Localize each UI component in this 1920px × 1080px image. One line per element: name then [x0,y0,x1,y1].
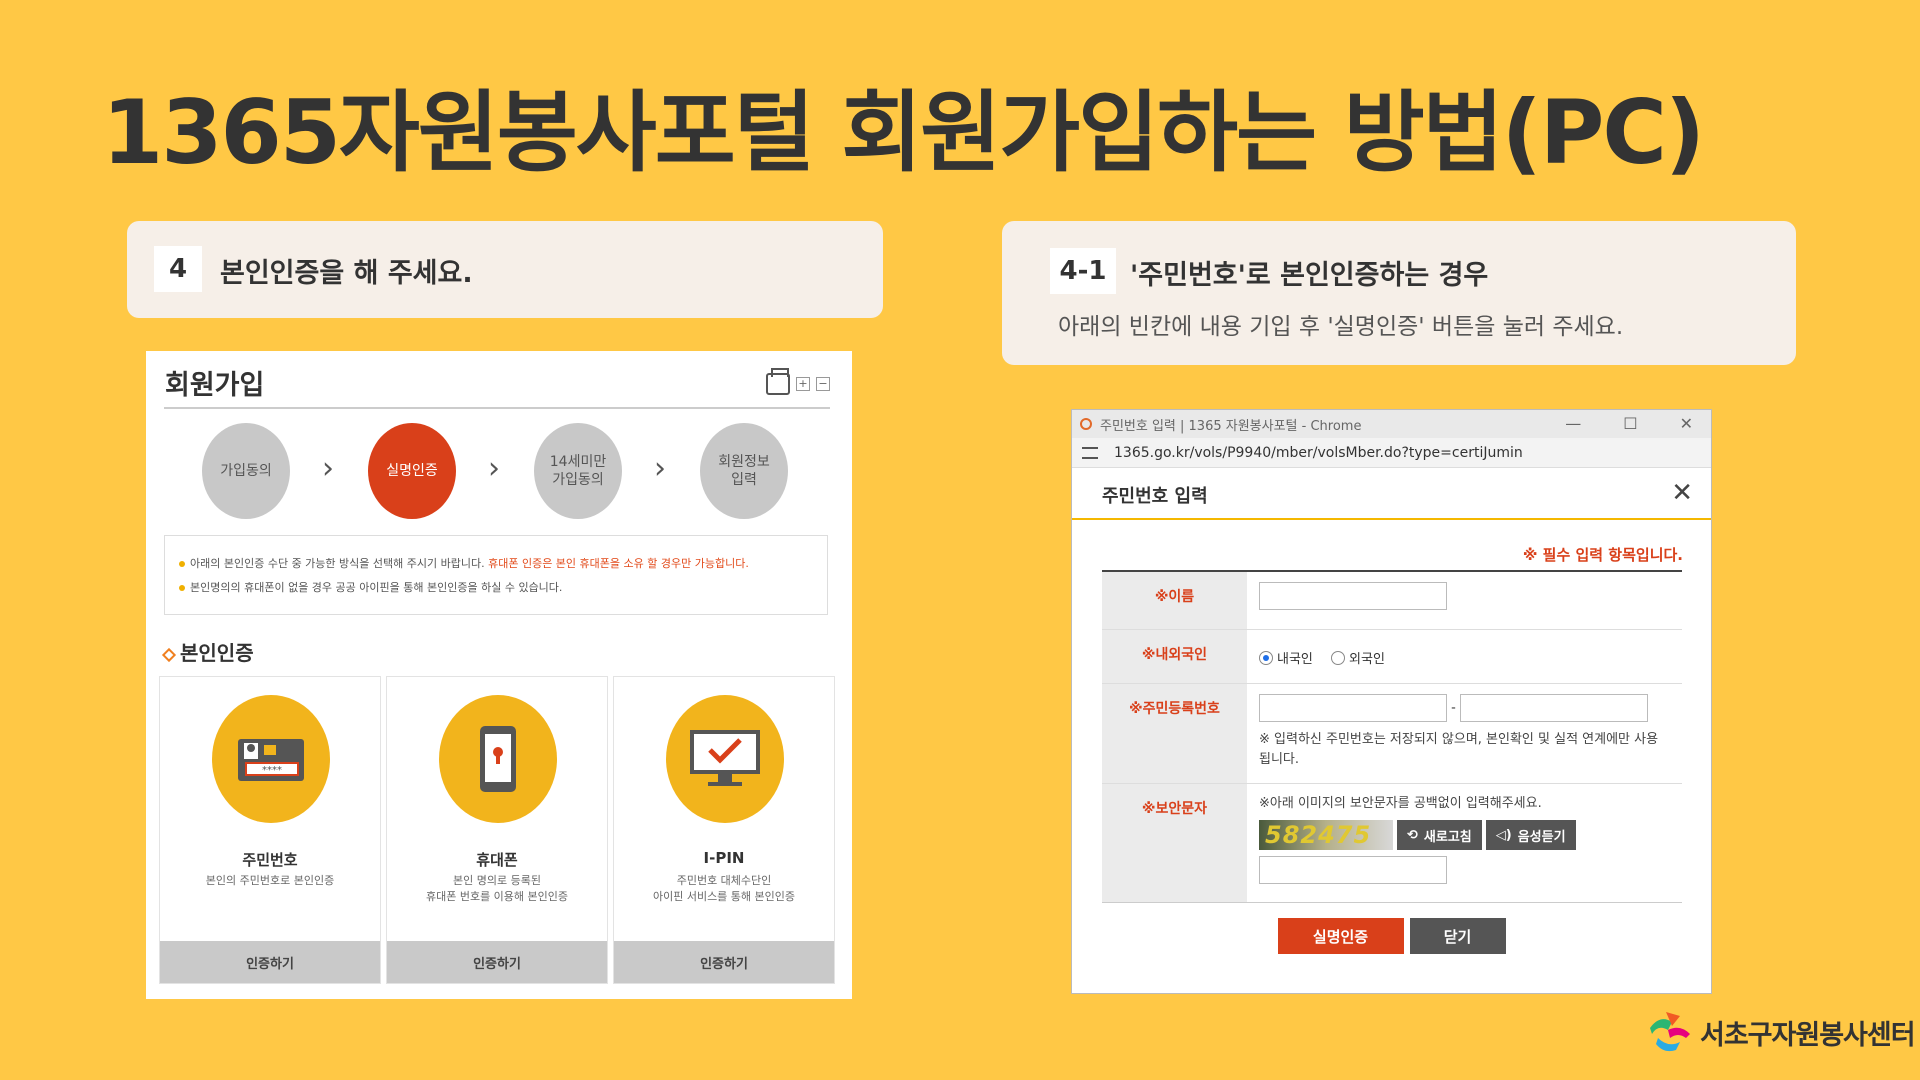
print-icon[interactable] [766,368,790,395]
svg-text:****: **** [262,765,282,776]
verify-ipin-button[interactable]: 인증하기 [614,941,834,983]
zoom-in-icon[interactable]: + [796,377,810,391]
refresh-captcha-button[interactable]: ⟲ 새로고침 [1397,820,1482,850]
step-agreement: 가입동의 [202,423,290,519]
section-heading: 본인인증 [161,637,254,666]
auth-method-ipin: I-PIN 주민번호 대체수단인 아이핀 서비스를 통해 본인인증 인증하기 [613,676,835,984]
site-settings-icon[interactable] [1082,446,1098,459]
speaker-icon: ◁) [1495,827,1512,843]
address-bar[interactable]: 1365.go.kr/vols/P9940/mber/volsMber.do?t… [1072,438,1711,468]
method-name: 휴대폰 [476,851,518,869]
step-subtitle: 아래의 빈칸에 내용 기입 후 '실명인증' 버튼을 눌러 주세요. [1058,314,1624,340]
signup-progress: 가입동의 › 실명인증 › 14세미만 가입동의 › 회원정보 입력 [202,423,802,519]
auth-methods: **** 주민번호 본인의 주민번호로 본인인증 인증하기 휴대폰 본인 명의로… [159,676,835,984]
close-icon[interactable]: ✕ [1671,478,1693,508]
notice-text: 아래의 본인인증 수단 중 가능한 방식을 선택해 주시기 바랍니다. [190,557,489,570]
verify-phone-button[interactable]: 인증하기 [387,941,607,983]
maximize-icon[interactable]: ☐ [1623,414,1637,433]
close-button[interactable]: 닫기 [1409,918,1506,954]
rrn-input-window: 주민번호 입력 | 1365 자원봉사포털 - Chrome — ☐ ✕ 136… [1071,409,1712,994]
app-icon [1080,418,1092,430]
refresh-icon: ⟲ [1407,827,1418,843]
rrn-label: ※주민등록번호 [1102,684,1247,783]
step-title: 본인인증을 해 주세요. [220,258,473,289]
required-note: ※ 필수 입력 항목입니다. [1522,546,1683,564]
chevron-right-icon: › [654,451,666,486]
signup-auth-screenshot: 회원가입 + − 가입동의 › 실명인증 › 14세미만 가입동의 › 회원정보… [146,351,852,999]
auth-notice: 아래의 본인인증 수단 중 가능한 방식을 선택해 주시기 바랍니다. 휴대폰 … [164,535,828,615]
popup-actions: 실명인증 닫기 [1072,918,1711,954]
form-row-name: ※이름 [1102,572,1682,630]
captcha-note: ※아래 이미지의 보안문자를 공백없이 입력해주세요. [1259,796,1542,811]
rrn-separator: - [1451,700,1456,716]
method-desc: 본인의 주민번호로 본인인증 [205,874,335,887]
notice-highlight: 휴대폰 인증은 본인 휴대폰을 소유 할 경우만 가능합니다. [488,557,749,570]
nationality-label: ※내외국인 [1102,630,1247,683]
step-under-14-agreement: 14세미만 가입동의 [534,423,622,519]
step-number: 4 [154,246,202,292]
step-real-name-auth: 실명인증 [368,423,456,519]
rrn-back-input[interactable] [1459,694,1648,722]
close-window-icon[interactable]: ✕ [1680,414,1693,433]
signup-title: 회원가입 [165,370,265,401]
window-title: 주민번호 입력 | 1365 자원봉사포털 - Chrome [1100,418,1362,434]
chevron-right-icon: › [488,451,500,486]
logo-text: 서초구자원봉사센터 [1700,1019,1916,1051]
method-name: 주민번호 [242,851,298,869]
id-card-icon: **** [212,695,330,823]
real-name-auth-button[interactable]: 실명인증 [1277,918,1404,954]
form-row-captcha: ※보안문자 ※아래 이미지의 보안문자를 공백없이 입력해주세요. 582475… [1102,784,1682,902]
rrn-form: ※이름 ※내외국인 내국인 외국인 ※주민등록번호 - ※ 입력하신 주민번호는… [1102,570,1682,903]
audio-captcha-button[interactable]: ◁) 음성듣기 [1485,820,1576,850]
window-titlebar: 주민번호 입력 | 1365 자원봉사포털 - Chrome — ☐ ✕ [1072,410,1711,438]
verify-rrn-button[interactable]: 인증하기 [160,941,380,983]
name-input[interactable] [1259,582,1447,610]
method-desc: 본인 명의로 등록된 휴대폰 번호를 이용해 본인인증 [425,874,569,903]
step-member-info: 회원정보 입력 [700,423,788,519]
captcha-label: ※보안문자 [1102,784,1247,902]
diamond-icon [161,647,177,662]
auth-method-rrn: **** 주민번호 본인의 주민번호로 본인인증 인증하기 [159,676,381,984]
popup-title: 주민번호 입력 [1102,486,1208,507]
radio-foreign[interactable]: 외국인 [1331,648,1385,667]
form-row-rrn: ※주민등록번호 - ※ 입력하신 주민번호는 저장되지 않으며, 본인확인 및 … [1102,684,1682,784]
page-title: 1365자원봉사포털 회원가입하는 방법(PC) [102,81,1705,184]
captcha-input[interactable] [1259,856,1447,884]
captcha-image: 582475 [1259,820,1393,850]
page-tools: + − [766,368,830,395]
step-4-1-card: 4-1 '주민번호'로 본인인증하는 경우 아래의 빈칸에 내용 기입 후 '실… [1002,221,1796,365]
monitor-check-icon [666,695,784,823]
step-4-card: 4 본인인증을 해 주세요. [127,221,883,318]
zoom-out-icon[interactable]: − [816,377,830,391]
form-row-nationality: ※내외국인 내국인 외국인 [1102,630,1682,684]
organization-logo: 서초구자원봉사센터 [1646,1008,1916,1056]
popup-header: 주민번호 입력 ✕ [1072,468,1711,520]
logo-icon [1646,1008,1694,1056]
rrn-note: ※ 입력하신 주민번호는 저장되지 않으며, 본인확인 및 실적 연계에만 사용… [1259,732,1659,767]
auth-method-phone: 휴대폰 본인 명의로 등록된 휴대폰 번호를 이용해 본인인증 인증하기 [386,676,608,984]
step-number: 4-1 [1050,248,1116,294]
minimize-icon[interactable]: — [1565,414,1581,433]
divider [164,407,830,409]
radio-domestic[interactable]: 내국인 [1259,648,1313,667]
notice-text: 본인명의의 휴대폰이 없을 경우 공공 아이핀을 통해 본인인증을 하실 수 있… [190,581,563,594]
name-label: ※이름 [1102,572,1247,629]
rrn-front-input[interactable] [1259,694,1447,722]
method-desc: 주민번호 대체수단인 아이핀 서비스를 통해 본인인증 [652,874,796,903]
method-name: I-PIN [703,849,745,867]
url-text: 1365.go.kr/vols/P9940/mber/volsMber.do?t… [1114,444,1523,461]
phone-icon [439,695,557,823]
chevron-right-icon: › [322,451,334,486]
step-title: '주민번호'로 본인인증하는 경우 [1130,260,1489,291]
